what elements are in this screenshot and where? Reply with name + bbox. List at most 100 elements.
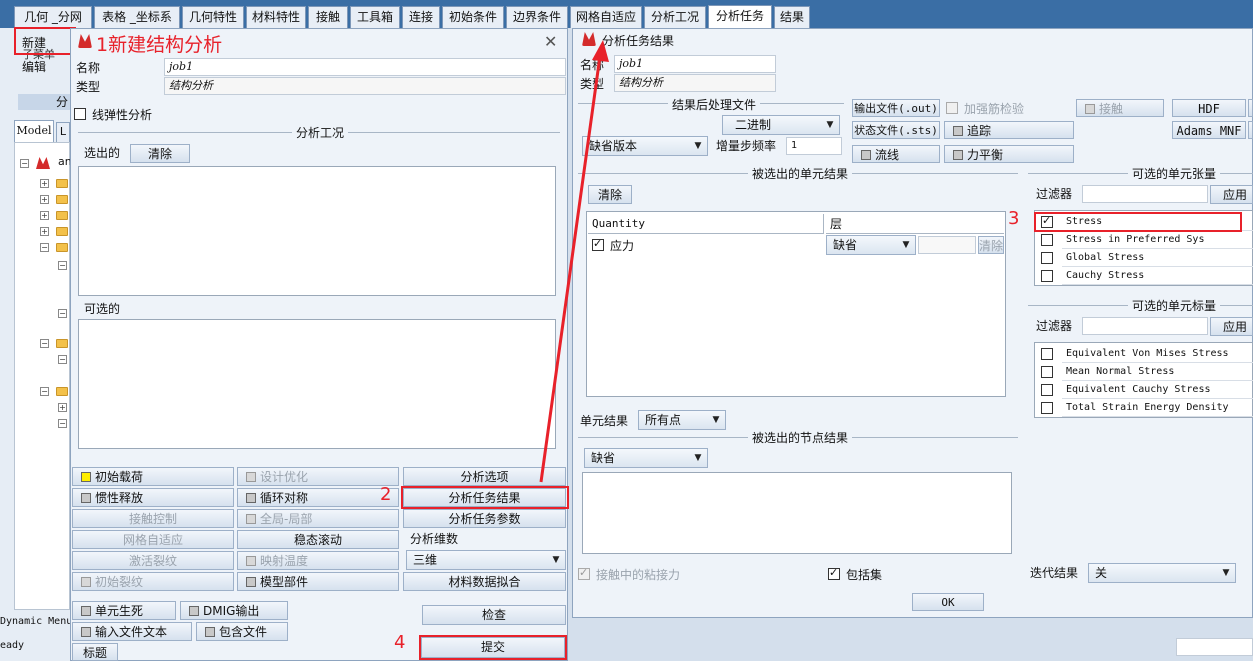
tensor-item-cauchy[interactable]: Cauchy Stress [1062, 267, 1253, 285]
tree-expand-icon[interactable]: + [40, 211, 49, 220]
stress-row-checkbox[interactable] [592, 237, 604, 252]
tab-jobs[interactable]: 分析任务 [708, 5, 772, 28]
include-file-button[interactable]: 包含文件 [196, 622, 288, 641]
scalar-checkbox-strain-energy[interactable] [1041, 401, 1053, 415]
sticky-contact-checkbox [578, 566, 590, 581]
post-file-format-dropdown[interactable]: 二进制 ▼ [722, 115, 840, 135]
tensor-item-global[interactable]: Global Stress [1062, 249, 1253, 267]
tree-collapse-icon[interactable]: − [40, 387, 49, 396]
tab-mesh-adaptivity[interactable]: 网格自适应 [570, 6, 642, 28]
tree-collapse-icon[interactable]: − [58, 419, 67, 428]
edit-menu-item[interactable]: 编辑 [22, 58, 46, 75]
inertia-relief-button[interactable]: 惯性释放 [72, 488, 234, 507]
scalar-checkbox-von-mises[interactable] [1041, 347, 1053, 361]
output-file-button[interactable]: 输出文件(.out) [852, 99, 940, 117]
scalar-item-mean-normal[interactable]: Mean Normal Stress [1062, 363, 1253, 381]
stress-row-quantity: 应力 [610, 239, 635, 253]
tree-expand-icon[interactable]: + [40, 227, 49, 236]
clear-element-results-button[interactable]: 清除 [588, 185, 632, 204]
streamline-button[interactable]: 流线 [852, 145, 940, 163]
tab-loadcases[interactable]: 分析工况 [644, 6, 706, 28]
tab-results[interactable]: 结果 [774, 6, 810, 28]
tab-geometric-props[interactable]: 几何特性 [182, 6, 244, 28]
increment-frequency-field[interactable]: 1 [786, 137, 842, 155]
scalar-item-strain-energy[interactable]: Total Strain Energy Density [1062, 399, 1253, 417]
analysis-dimension-dropdown[interactable]: 三维 ▼ [406, 550, 566, 570]
available-loadcases-list[interactable] [78, 319, 556, 449]
tree-expand-icon[interactable]: + [40, 179, 49, 188]
tab-initial-conditions[interactable]: 初始条件 [442, 6, 504, 28]
tree-collapse-icon[interactable]: − [58, 261, 67, 270]
extra-button[interactable] [1248, 99, 1253, 117]
selected-loadcases-list[interactable] [78, 166, 556, 296]
tree-collapse-icon[interactable]: − [58, 355, 67, 364]
tab-contact[interactable]: 接触 [308, 6, 348, 28]
tab-material-props[interactable]: 材料特性 [246, 6, 306, 28]
scalar-checkbox-cauchy[interactable] [1041, 383, 1053, 397]
ok-button[interactable]: OK [912, 593, 984, 611]
tensor-item-stress[interactable]: Stress [1062, 213, 1253, 231]
scalar-item-von-mises[interactable]: Equivalent Von Mises Stress [1062, 345, 1253, 363]
scalar-item-cauchy[interactable]: Equivalent Cauchy Stress [1062, 381, 1253, 399]
tree-collapse-icon[interactable]: − [20, 159, 29, 168]
dmig-output-button[interactable]: DMIG输出 [180, 601, 288, 620]
hdf-button[interactable]: HDF [1172, 99, 1246, 117]
close-icon[interactable]: ✕ [544, 32, 557, 51]
linear-elastic-checkbox[interactable] [74, 107, 86, 121]
node-results-dropdown[interactable]: 缺省 ▼ [584, 448, 708, 468]
tab-links[interactable]: 连接 [402, 6, 440, 28]
tensor-item-preferred[interactable]: Stress in Preferred Sys [1062, 231, 1253, 249]
post-file-version-dropdown[interactable]: 缺省版本 ▼ [582, 136, 708, 156]
tensor-checkbox-preferred[interactable] [1041, 233, 1053, 247]
command-input[interactable] [1176, 638, 1253, 656]
clear-selected-button[interactable]: 清除 [130, 144, 190, 163]
force-balance-button[interactable]: 力平衡 [944, 145, 1074, 163]
include-sets-checkbox[interactable] [828, 566, 840, 581]
steady-rolling-button[interactable]: 稳态滚动 [237, 530, 399, 549]
tab-second[interactable]: L [56, 122, 70, 142]
layer-dropdown[interactable]: 缺省 ▼ [826, 235, 916, 255]
tree-expand-icon[interactable]: + [58, 403, 67, 412]
tensor-filter-field[interactable] [1082, 185, 1208, 203]
tab-toolbox[interactable]: 工具箱 [350, 6, 400, 28]
selected-label: 选出的 [84, 146, 121, 160]
status-file-button[interactable]: 状态文件(.sts) [852, 121, 940, 139]
track-button[interactable]: 追踪 [944, 121, 1074, 139]
job-results-button[interactable]: 分析任务结果 [403, 488, 566, 507]
tree-collapse-icon[interactable]: − [40, 243, 49, 252]
name-field[interactable]: job1 [164, 58, 566, 76]
material-data-fitting-button[interactable]: 材料数据拟合 [403, 572, 566, 591]
tab-tables-coords[interactable]: 表格 _坐标系 [94, 6, 180, 28]
tree-collapse-icon[interactable]: − [40, 339, 49, 348]
iteration-results-dropdown[interactable]: 关 ▼ [1088, 563, 1236, 583]
adams-mnf-button[interactable]: Adams MNF [1172, 121, 1246, 139]
scalar-checkbox-mean-normal[interactable] [1041, 365, 1053, 379]
tensor-checkbox-stress[interactable] [1041, 214, 1053, 229]
chevron-down-icon: ▼ [826, 120, 834, 130]
tree-collapse-icon[interactable]: − [58, 309, 67, 318]
node-results-list[interactable] [582, 472, 1012, 554]
scalar-apply-button[interactable]: 应用 [1210, 317, 1253, 336]
title-button[interactable]: 标题 [72, 643, 118, 661]
element-results-dropdown[interactable]: 所有点 ▼ [638, 410, 726, 430]
analysis-options-button[interactable]: 分析选项 [403, 467, 566, 486]
input-file-text-button[interactable]: 输入文件文本 [72, 622, 192, 641]
tab-boundary-conditions[interactable]: 边界条件 [506, 6, 568, 28]
tensor-apply-button[interactable]: 应用 [1210, 185, 1253, 204]
scalar-filter-field[interactable] [1082, 317, 1208, 335]
tab-model[interactable]: Model [14, 120, 54, 142]
model-sections-button[interactable]: 模型部件 [237, 572, 399, 591]
tree-expand-icon[interactable]: + [40, 195, 49, 204]
tensor-filter-label: 过滤器 [1036, 187, 1073, 201]
tab-geometry-mesh[interactable]: 几何 _分网 [14, 6, 92, 28]
folder-icon [56, 243, 68, 252]
submit-button[interactable]: 提交 [421, 637, 565, 658]
job-parameters-button[interactable]: 分析任务参数 [403, 509, 566, 528]
cyclic-symmetry-button[interactable]: 循环对称 [237, 488, 399, 507]
check-button[interactable]: 检查 [422, 605, 566, 625]
tensor-checkbox-cauchy[interactable] [1041, 269, 1053, 283]
element-death-button[interactable]: 单元生死 [72, 601, 176, 620]
tensor-checkbox-global[interactable] [1041, 251, 1053, 265]
extra-button[interactable] [1248, 121, 1253, 139]
initial-loads-button[interactable]: 初始载荷 [72, 467, 234, 486]
